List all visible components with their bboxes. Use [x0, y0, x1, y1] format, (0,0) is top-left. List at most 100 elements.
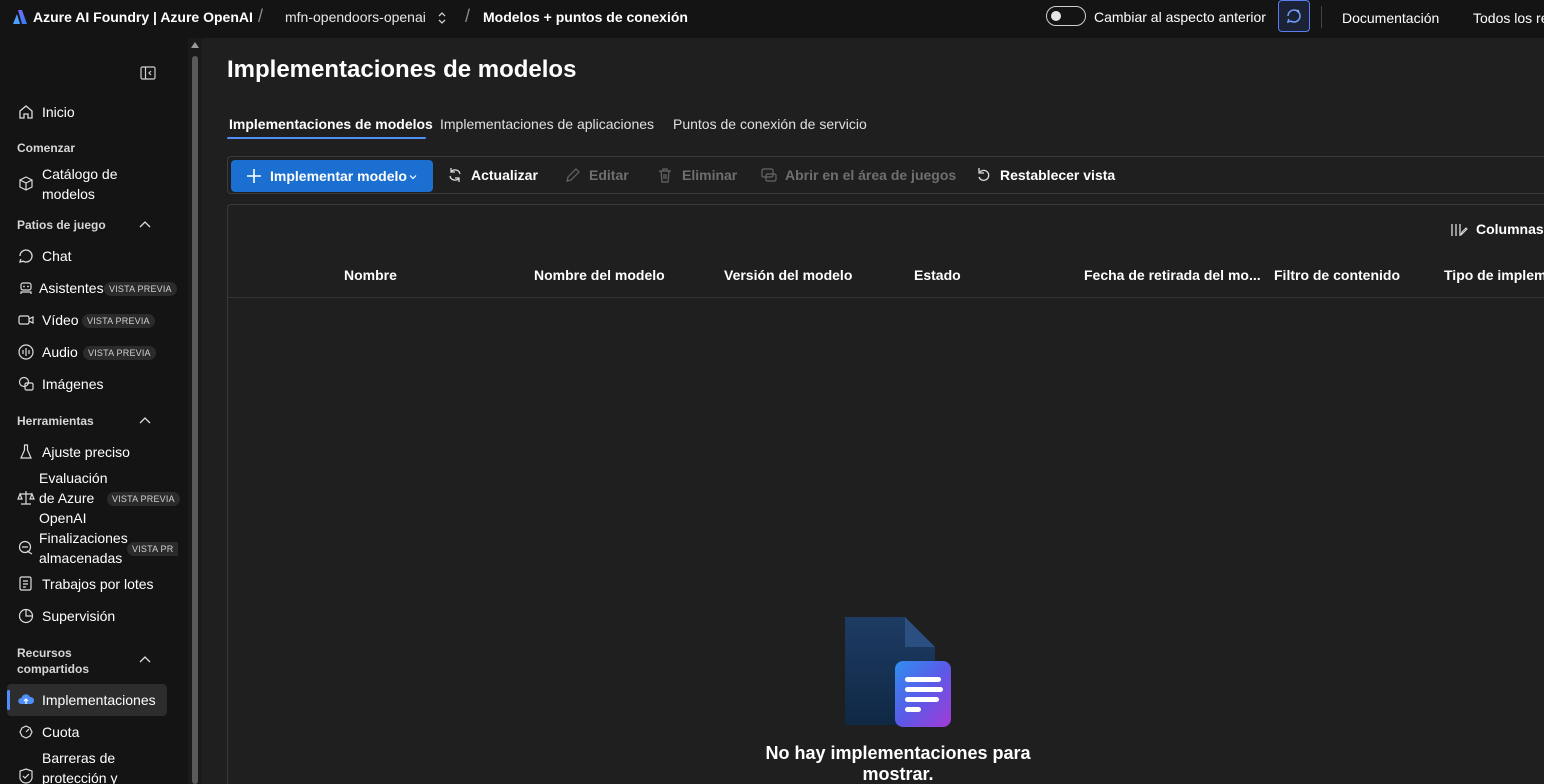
section-heading-tools: Herramientas	[17, 414, 94, 428]
pie-chart-icon	[18, 608, 34, 624]
open-playground-icon	[761, 168, 777, 182]
scroll-up-arrow-icon[interactable]	[191, 42, 199, 48]
edit-button[interactable]: Editar	[589, 167, 629, 183]
batch-jobs-icon	[19, 576, 32, 591]
chevron-up-down-icon[interactable]	[437, 11, 447, 25]
column-header-model-version[interactable]: Versión del modelo	[724, 267, 852, 283]
sidebar-item-assistants[interactable]: Asistentes VISTA PREVIA	[0, 278, 188, 298]
copilot-button[interactable]	[1278, 0, 1310, 32]
scrollbar-thumb[interactable]	[192, 56, 198, 784]
breadcrumb-current-page[interactable]: Modelos + puntos de conexión	[483, 9, 688, 25]
open-in-playground-button[interactable]: Abrir en el área de juegos	[785, 167, 956, 183]
collapse-sidebar-icon[interactable]	[140, 66, 156, 80]
sidebar-item-stored-completions[interactable]: Finalizaciones almacenadas VISTA PR	[0, 528, 188, 568]
chevron-up-icon[interactable]	[139, 220, 151, 228]
cube-icon	[19, 176, 33, 191]
section-heading-start: Comenzar	[17, 141, 76, 155]
copilot-chat-icon	[1286, 9, 1301, 24]
deployments-table: Columnas Nombre Nombre del modelo Versió…	[227, 204, 1544, 784]
tab-service-endpoints[interactable]: Puntos de conexión de servicio	[673, 116, 867, 132]
refresh-icon[interactable]	[446, 166, 464, 184]
empty-state-document-icon	[845, 617, 951, 727]
tab-model-deployments[interactable]: Implementaciones de modelos	[229, 116, 433, 132]
breadcrumb-separator: /	[258, 6, 264, 26]
project-selector[interactable]: mfn-opendoors-openai	[285, 9, 426, 25]
sidebar-item-guardrails[interactable]: Barreras de protección y	[0, 748, 188, 784]
sidebar-item-fine-tuning[interactable]: Ajuste preciso	[0, 442, 188, 462]
chevron-up-icon[interactable]	[139, 655, 151, 663]
deploy-model-label: Implementar modelo	[270, 168, 407, 184]
section-heading-shared-resources: Recursos	[17, 646, 72, 660]
sidebar: Inicio Comenzar Catálogo de modelos Pati…	[0, 38, 188, 784]
chevron-down-icon	[409, 175, 417, 180]
sidebar-item-audio[interactable]: Audio VISTA PREVIA	[0, 342, 188, 362]
top-bar: Azure AI Foundry | Azure OpenAI / mfn-op…	[0, 0, 1544, 38]
previous-look-toggle-label: Cambiar al aspecto anterior	[1094, 9, 1266, 25]
sidebar-item-label: Chat	[42, 248, 72, 264]
preview-badge: VISTA PR	[127, 542, 179, 556]
command-bar: Implementar modelo Actualizar Editar Eli…	[227, 156, 1544, 194]
documentation-link[interactable]: Documentación	[1342, 10, 1439, 26]
sidebar-item-monitoring[interactable]: Supervisión	[0, 606, 188, 626]
page-title: Implementaciones de modelos	[227, 56, 577, 83]
preview-badge: VISTA PREVIA	[107, 492, 180, 506]
column-header-model-name[interactable]: Nombre del modelo	[534, 267, 665, 283]
sidebar-item-chat[interactable]: Chat	[0, 246, 188, 266]
sidebar-item-batch-jobs[interactable]: Trabajos por lotes	[0, 574, 188, 594]
chevron-up-icon[interactable]	[139, 416, 151, 424]
previous-look-toggle[interactable]	[1046, 6, 1086, 26]
audio-waveform-icon	[18, 344, 34, 360]
assistant-bot-icon	[20, 282, 32, 294]
sidebar-item-label: OpenAI	[39, 510, 87, 526]
app-title[interactable]: Azure AI Foundry | Azure OpenAI	[33, 9, 253, 25]
shield-check-icon	[19, 768, 33, 784]
azure-foundry-logo-icon[interactable]	[12, 9, 28, 25]
refresh-button[interactable]: Actualizar	[471, 167, 538, 183]
sidebar-scrollbar[interactable]	[188, 38, 202, 784]
sidebar-item-video[interactable]: Vídeo VISTA PREVIA	[0, 310, 188, 330]
sidebar-item-label: Asistentes	[39, 280, 104, 296]
delete-button[interactable]: Eliminar	[682, 167, 737, 183]
edit-pencil-icon	[566, 168, 580, 182]
sidebar-item-label: Vídeo	[42, 312, 79, 328]
plus-icon	[247, 169, 261, 183]
main-content: Implementaciones de modelos Implementaci…	[202, 38, 1544, 784]
sidebar-item-images[interactable]: Imágenes	[0, 374, 188, 394]
images-icon	[18, 376, 34, 391]
scales-icon	[17, 491, 35, 505]
sidebar-item-deployments[interactable]: Implementaciones	[0, 690, 188, 710]
flask-icon	[20, 444, 32, 459]
column-header-name[interactable]: Nombre	[344, 267, 397, 283]
column-header-retirement-date[interactable]: Fecha de retirada del mo...	[1084, 267, 1261, 283]
sidebar-item-label: Ajuste preciso	[42, 444, 130, 460]
stored-completions-icon	[18, 540, 33, 555]
sidebar-item-home[interactable]: Inicio	[0, 102, 188, 122]
preview-badge: VISTA PREVIA	[83, 346, 156, 360]
deploy-model-button[interactable]: Implementar modelo	[231, 160, 433, 192]
preview-badge: VISTA PREVIA	[82, 314, 155, 328]
breadcrumb-separator: /	[465, 6, 471, 26]
chat-icon	[19, 249, 33, 263]
sidebar-item-azure-openai-evaluation[interactable]: Evaluación de Azure OpenAI VISTA PREVIA	[0, 468, 188, 528]
home-icon	[19, 105, 33, 119]
header-divider	[228, 297, 1544, 298]
column-header-content-filter[interactable]: Filtro de contenido	[1274, 267, 1400, 283]
sidebar-item-label: Barreras de	[42, 750, 116, 766]
cloud-deploy-icon	[18, 694, 35, 704]
sidebar-item-label: Evaluación	[39, 470, 108, 486]
reset-view-icon[interactable]	[975, 166, 993, 184]
sidebar-item-model-catalog[interactable]: Catálogo de modelos	[0, 164, 188, 204]
sidebar-item-label: Trabajos por lotes	[42, 576, 154, 592]
sidebar-item-label: Finalizaciones	[39, 530, 128, 546]
sidebar-item-label: Audio	[42, 344, 78, 360]
sidebar-item-label: modelos	[42, 186, 95, 202]
tab-app-deployments[interactable]: Implementaciones de aplicaciones	[440, 116, 654, 132]
column-header-deployment-type[interactable]: Tipo de implem	[1444, 267, 1544, 283]
sidebar-item-label: de Azure	[39, 490, 95, 506]
sidebar-item-label: Supervisión	[42, 608, 116, 624]
all-resources-link[interactable]: Todos los re	[1473, 10, 1544, 26]
sidebar-item-quota[interactable]: Cuota	[0, 722, 188, 742]
reset-view-button[interactable]: Restablecer vista	[1000, 167, 1115, 183]
video-camera-icon	[18, 315, 34, 325]
column-header-status[interactable]: Estado	[914, 267, 961, 283]
